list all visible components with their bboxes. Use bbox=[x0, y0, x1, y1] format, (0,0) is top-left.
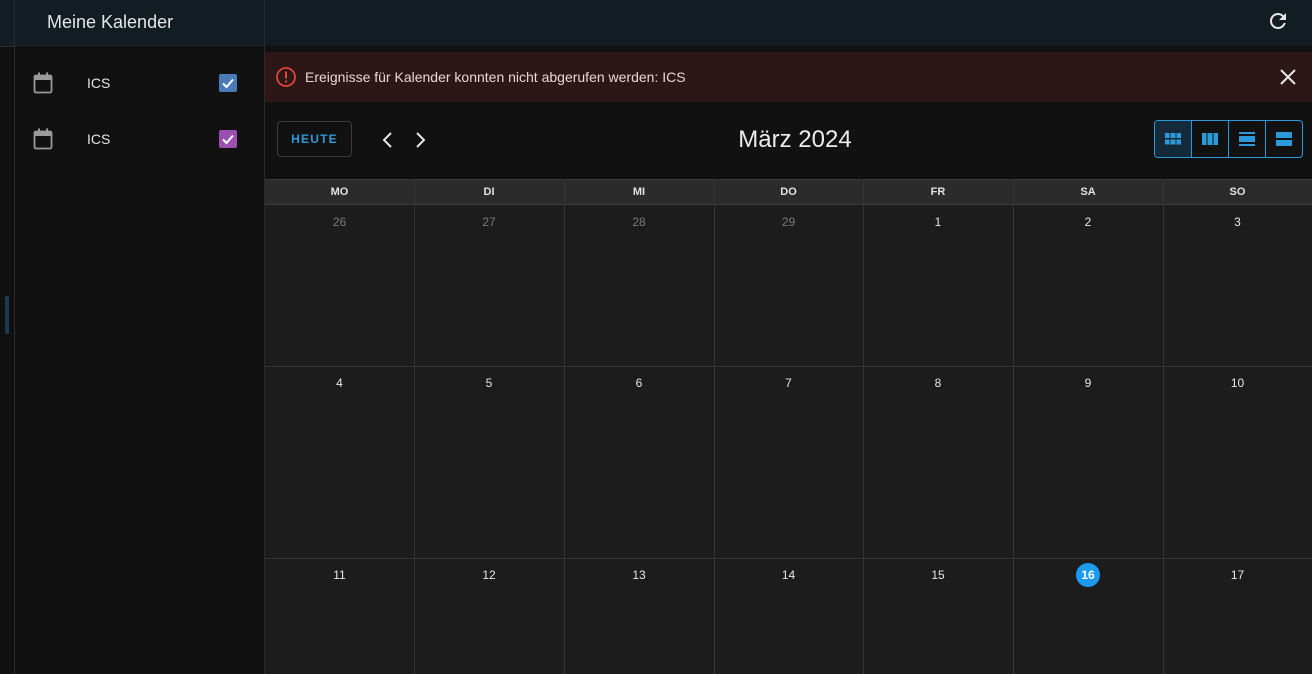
weekday-label: SA bbox=[1080, 186, 1096, 198]
day-view-icon bbox=[1239, 132, 1255, 146]
checkmark-icon bbox=[222, 134, 234, 145]
month-title: März 2024 bbox=[738, 126, 852, 153]
day-number[interactable]: 14 bbox=[777, 563, 801, 587]
month-grid: MO DI MI DO FR SA SO 26 27 28 29 1 2 3 4 5 6 7 8 9 10 11 12 13… bbox=[265, 179, 1312, 674]
day-number-today[interactable]: 16 bbox=[1076, 563, 1100, 587]
day-number[interactable]: 4 bbox=[328, 371, 352, 395]
sidebar-title: Meine Kalender bbox=[47, 12, 174, 32]
day-number[interactable]: 28 bbox=[627, 210, 651, 234]
sidebar-header: Meine Kalender bbox=[15, 0, 264, 46]
month-view-button[interactable] bbox=[1155, 121, 1192, 157]
close-icon[interactable] bbox=[1278, 67, 1298, 87]
day-number[interactable]: 2 bbox=[1076, 210, 1100, 234]
day-number[interactable]: 1 bbox=[926, 210, 950, 234]
day-view-button[interactable] bbox=[1229, 121, 1266, 157]
chevron-right-icon[interactable] bbox=[408, 128, 432, 152]
weekday-label: SO bbox=[1229, 186, 1246, 198]
day-number[interactable]: 10 bbox=[1226, 371, 1250, 395]
week-view-button[interactable] bbox=[1192, 121, 1229, 157]
alert-message: Ereignisse für Kalender konnten nicht ab… bbox=[305, 69, 686, 85]
checkmark-icon bbox=[222, 78, 234, 89]
day-number[interactable]: 6 bbox=[627, 371, 651, 395]
list-view-button[interactable] bbox=[1266, 121, 1302, 157]
calendar-icon bbox=[33, 128, 53, 150]
weekday-label: MI bbox=[632, 186, 646, 198]
calendar-checkbox[interactable] bbox=[219, 74, 237, 92]
day-number[interactable]: 26 bbox=[328, 210, 352, 234]
calendar-sidebar: Meine Kalender ICS ICS bbox=[15, 0, 265, 674]
top-bar bbox=[265, 0, 1312, 46]
rail-active-indicator bbox=[5, 296, 9, 334]
today-button[interactable]: HEUTE bbox=[277, 121, 352, 157]
view-switcher bbox=[1154, 120, 1303, 158]
month-view-icon bbox=[1165, 133, 1181, 145]
day-number[interactable]: 12 bbox=[477, 563, 501, 587]
weekday-label: MO bbox=[330, 186, 349, 198]
calendar-item-label: ICS bbox=[87, 131, 111, 147]
error-alert: Ereignisse für Kalender konnten nicht ab… bbox=[265, 52, 1312, 102]
day-number[interactable]: 5 bbox=[477, 371, 501, 395]
day-number[interactable]: 8 bbox=[926, 371, 950, 395]
calendar-icon bbox=[33, 72, 53, 94]
calendar-checkbox[interactable] bbox=[219, 130, 237, 148]
day-number[interactable]: 9 bbox=[1076, 371, 1100, 395]
week-view-icon bbox=[1202, 133, 1218, 145]
day-number[interactable]: 11 bbox=[328, 563, 352, 587]
day-number[interactable]: 27 bbox=[477, 210, 501, 234]
day-number[interactable]: 17 bbox=[1226, 563, 1250, 587]
error-circle-icon bbox=[276, 67, 296, 87]
calendar-item-label: ICS bbox=[87, 75, 111, 91]
weekday-label: DI bbox=[483, 186, 495, 198]
day-number[interactable]: 7 bbox=[777, 371, 801, 395]
day-number[interactable]: 13 bbox=[627, 563, 651, 587]
day-number[interactable]: 29 bbox=[777, 210, 801, 234]
day-number[interactable]: 15 bbox=[926, 563, 950, 587]
refresh-icon[interactable] bbox=[1266, 9, 1290, 33]
chevron-left-icon[interactable] bbox=[376, 128, 400, 152]
weekday-label: DO bbox=[780, 186, 797, 198]
list-view-icon bbox=[1276, 132, 1292, 146]
calendar-item-ics-2[interactable]: ICS bbox=[15, 117, 264, 161]
left-rail bbox=[0, 0, 15, 674]
day-number[interactable]: 3 bbox=[1226, 210, 1250, 234]
weekday-label: FR bbox=[930, 186, 946, 198]
weekday-header-row: MO DI MI DO FR SA SO bbox=[265, 179, 1312, 205]
calendar-item-ics-1[interactable]: ICS bbox=[15, 61, 264, 105]
